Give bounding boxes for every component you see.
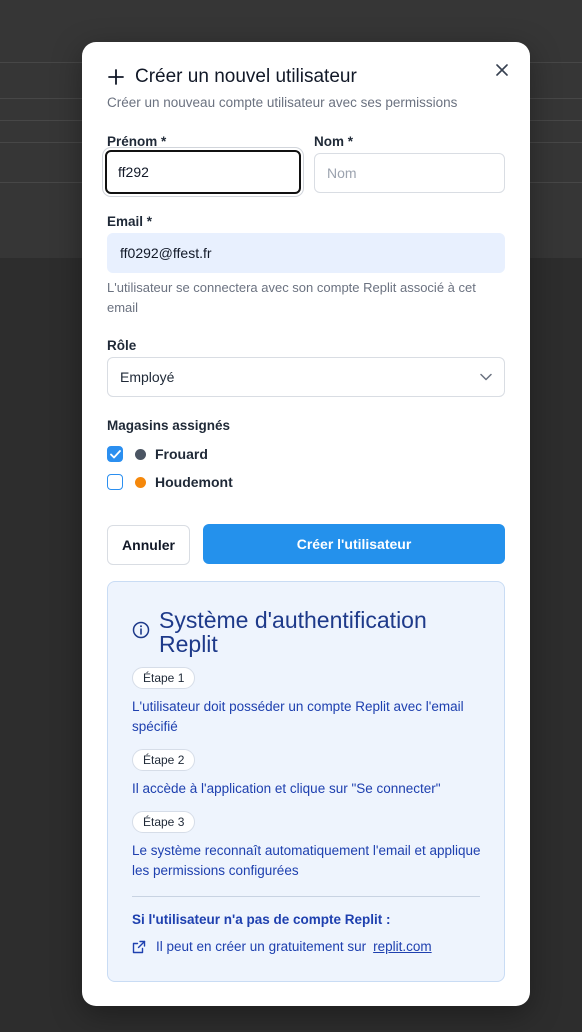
dialog-subtitle: Créer un nouveau compte utilisateur avec… [107,95,458,110]
stores-label: Magasins assignés [107,418,231,433]
step-badge: Étape 1 [132,667,196,689]
role-select-value: Employé [120,369,175,385]
replit-link[interactable]: replit.com [373,939,432,954]
info-divider [132,896,480,897]
auth-info-panel: Système d'authentification Replit Étape … [107,581,505,982]
store-item-frouard[interactable]: Frouard [107,446,208,462]
info-note: Si l'utilisateur n'a pas de compte Repli… [132,912,391,927]
check-icon [109,449,121,458]
email-hint: L'utilisateur se connectera avec son com… [107,280,476,315]
create-user-button[interactable]: Créer l'utilisateur [203,524,505,564]
store-name: Frouard [155,446,208,462]
step-text: Il accède à l'application et clique sur … [132,781,441,796]
role-select[interactable]: Employé [107,357,505,397]
dialog-title: Créer un nouvel utilisateur [135,66,357,87]
info-icon [132,621,150,639]
link-prefix: Il peut en créer un gratuitement sur [156,939,367,954]
step-text: L'utilisateur doit posséder un compte Re… [132,699,464,734]
close-icon [496,64,508,76]
store-color-dot [135,476,146,488]
close-button[interactable] [492,60,512,80]
external-link-icon [132,940,146,953]
store-item-houdemont[interactable]: Houdemont [107,474,233,490]
dialog-header: Créer un nouvel utilisateur [107,66,357,88]
last-name-input[interactable] [314,153,505,193]
plus-icon [108,69,124,85]
role-label: Rôle [107,338,137,353]
step-text: Le système reconnaît automatiquement l'e… [132,843,481,878]
first-name-label: Prénom * [107,134,167,149]
first-name-input[interactable] [105,150,301,194]
email-label: Email * [107,214,153,229]
step-badge: Étape 3 [132,811,196,833]
store-checkbox[interactable] [107,474,123,490]
last-name-label: Nom * [314,134,354,149]
cancel-button[interactable]: Annuler [107,525,190,565]
chevron-down-icon [480,373,492,381]
store-checkbox[interactable] [107,446,123,462]
store-name: Houdemont [155,474,233,490]
signup-link-row: Il peut en créer un gratuitement sur rep… [132,939,432,954]
create-user-dialog: Créer un nouvel utilisateur Créer un nou… [82,42,530,1006]
info-title: Système d'authentification Replit [159,607,427,657]
step-badge: Étape 2 [132,749,196,771]
store-color-dot [135,448,146,460]
email-input[interactable] [107,233,505,273]
